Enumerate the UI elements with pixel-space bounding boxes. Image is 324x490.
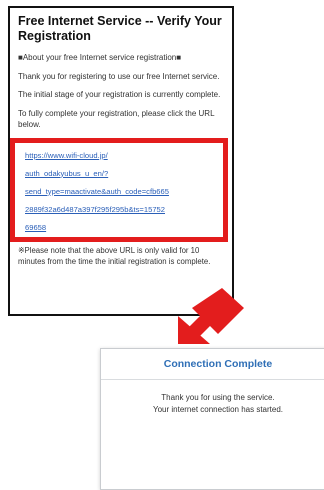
- dialog-line-2: Your internet connection has started.: [152, 405, 283, 414]
- url-line: 69658: [25, 222, 47, 232]
- url-line: 2889f32a6d487a397f295f295b&ts=15752: [25, 204, 165, 214]
- url-line: https://www.wifi-cloud.jp/: [25, 150, 108, 160]
- url-line: auth_odakyubus_u_en/?: [25, 168, 109, 178]
- dialog-body: Thank you for using the service. Your in…: [101, 380, 324, 416]
- connection-dialog: Connection Complete Thank you for using …: [100, 348, 324, 490]
- url-highlight-box: https://www.wifi-cloud.jp/ auth_odakyubu…: [10, 137, 228, 242]
- dialog-title: Connection Complete: [101, 349, 324, 380]
- section-heading: ■About your free Internet service regist…: [18, 53, 182, 62]
- email-title: Free Internet Service -- Verify Your Reg…: [18, 14, 222, 43]
- instruction-text: To fully complete your registration, ple…: [18, 108, 215, 130]
- validity-note: ※Please note that the above URL is only …: [18, 245, 211, 267]
- url-line: send_type=maactivate&auth_code=cfb665: [25, 186, 169, 196]
- email-panel: Free Internet Service -- Verify Your Reg…: [8, 6, 234, 316]
- down-arrow-icon: [178, 288, 244, 344]
- dialog-line-1: Thank you for using the service.: [161, 393, 275, 402]
- verification-link[interactable]: https://www.wifi-cloud.jp/ auth_odakyubu…: [25, 151, 169, 232]
- stage-text: The initial stage of your registration i…: [18, 90, 221, 99]
- thanks-text: Thank you for registering to use our fre…: [18, 71, 220, 81]
